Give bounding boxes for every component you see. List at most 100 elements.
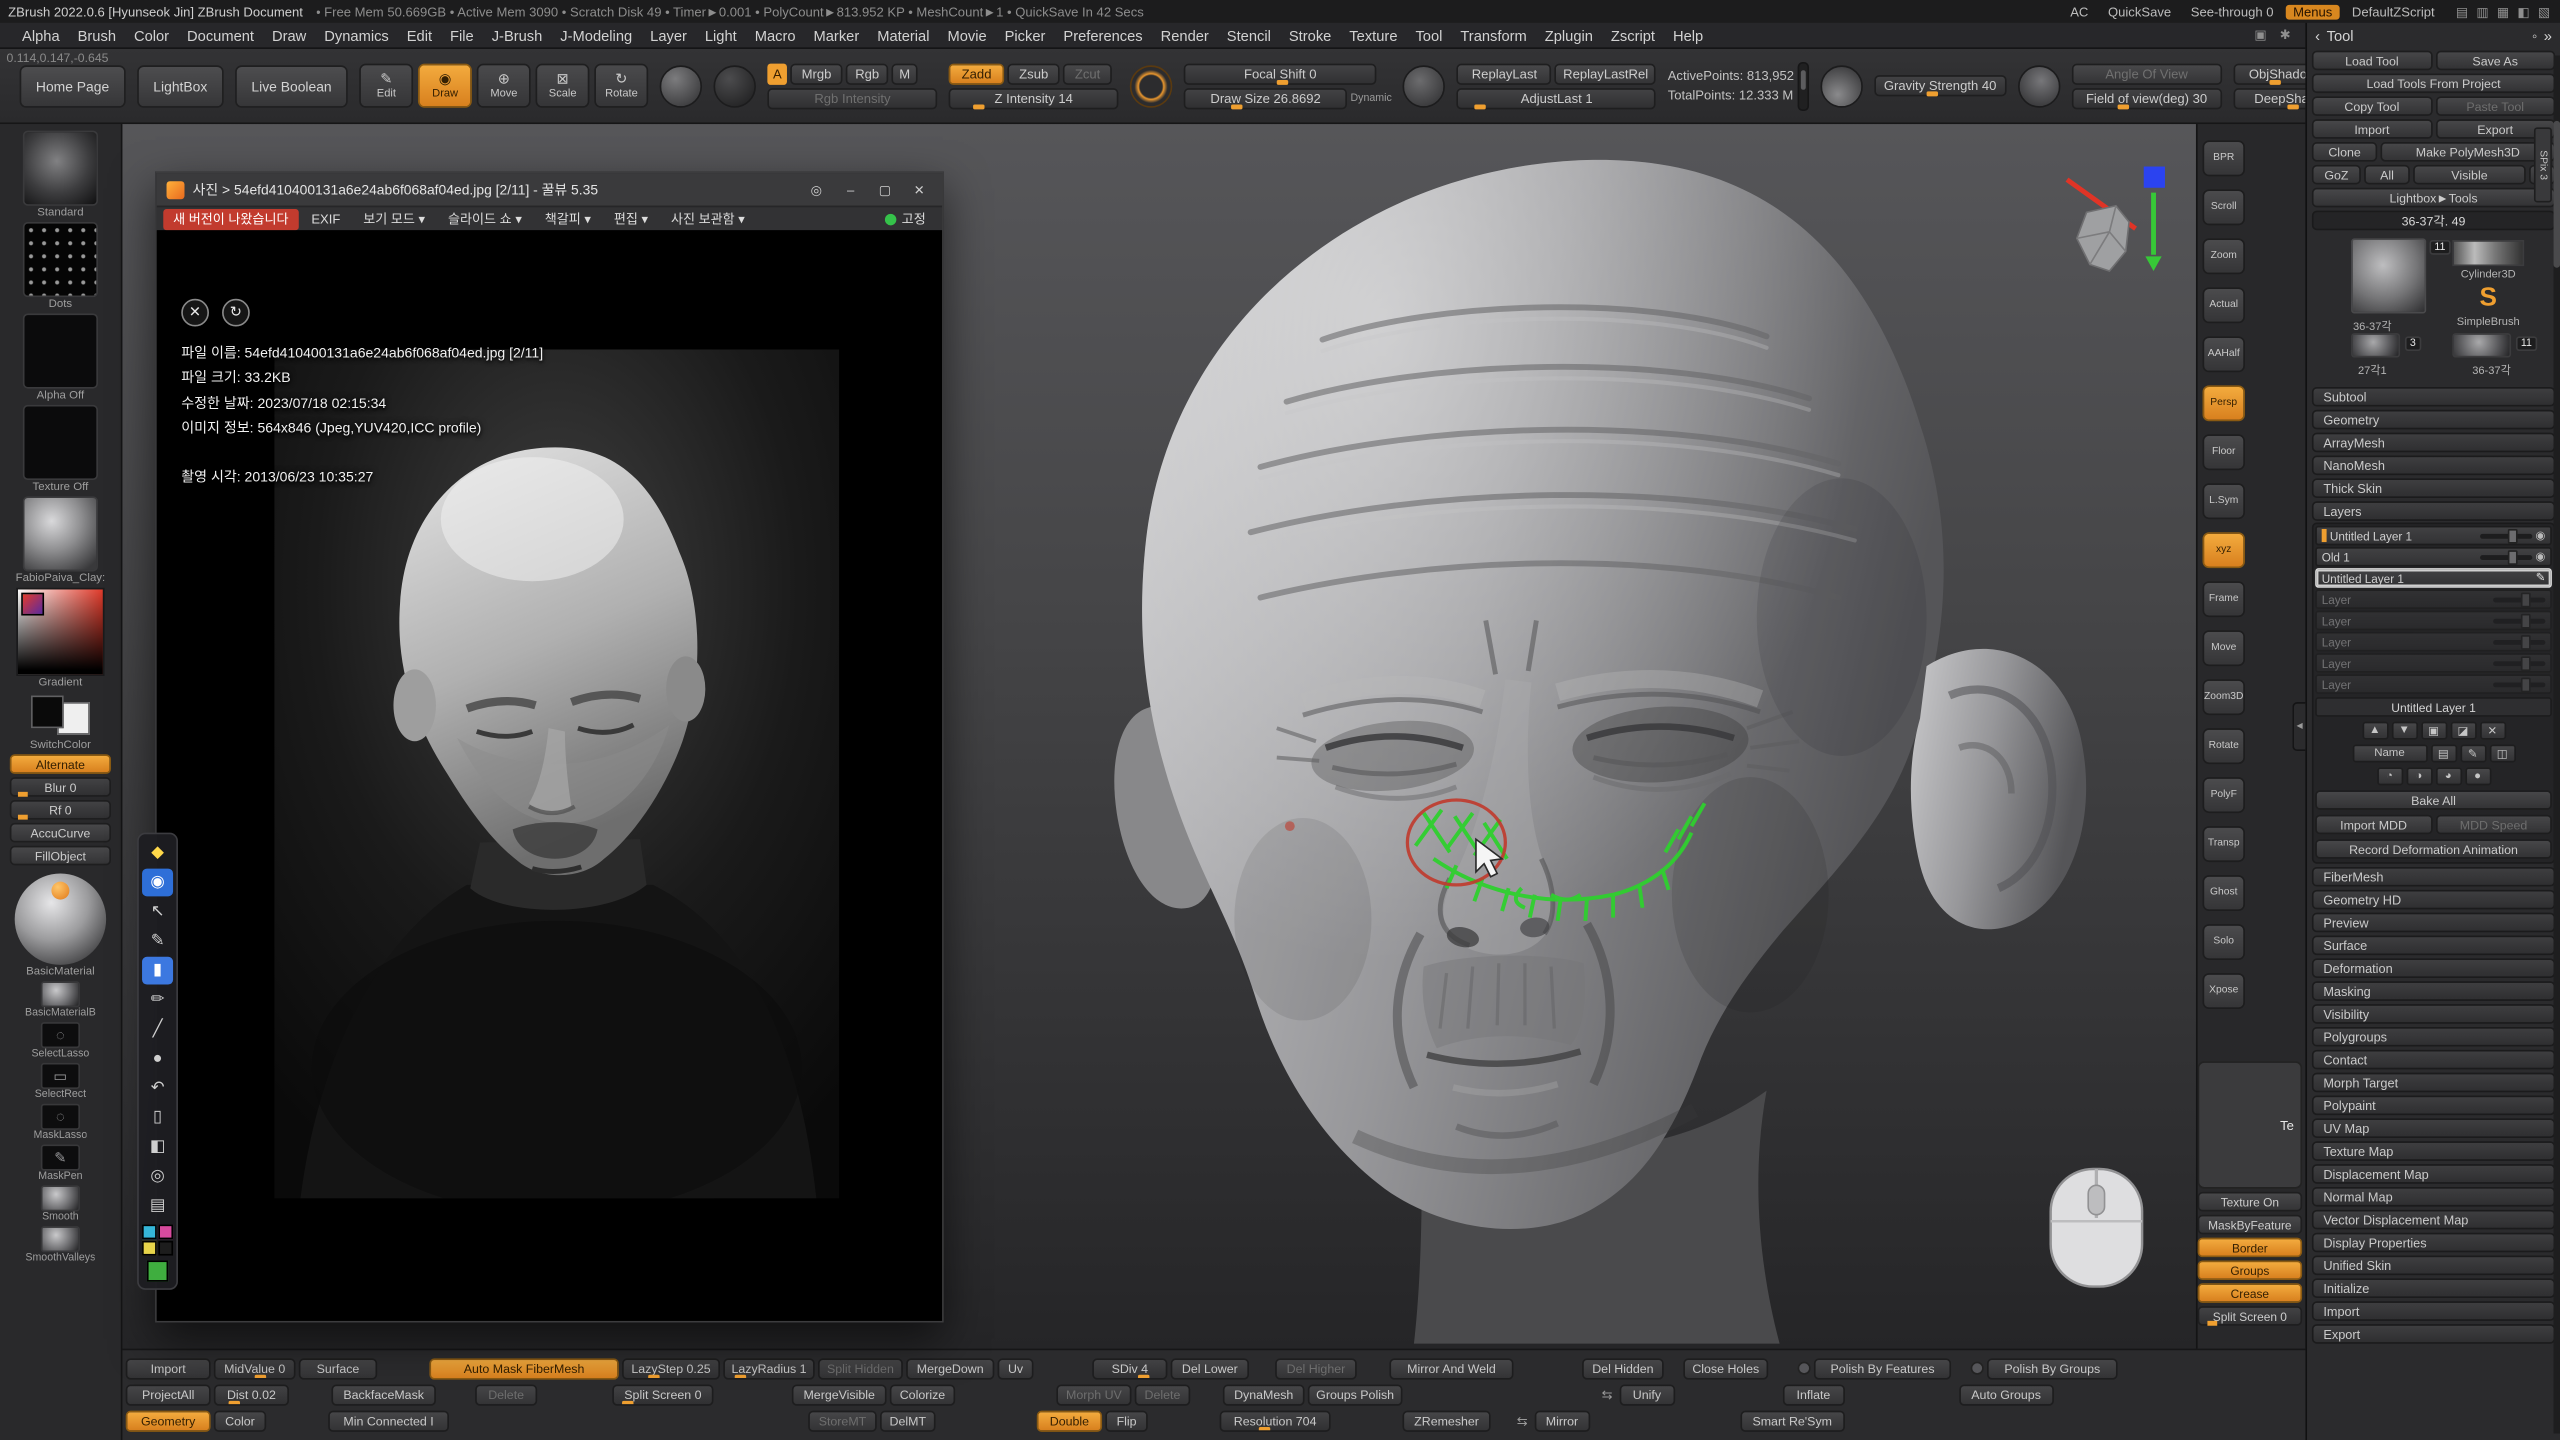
tray-button[interactable]: Split Screen 0	[612, 1384, 713, 1405]
swatch-magenta[interactable]	[158, 1225, 173, 1240]
record-deformation-button[interactable]: Record Deformation Animation	[2315, 839, 2552, 859]
stroke-thumbnail[interactable]: Dots	[23, 222, 98, 310]
tray-button[interactable]: Delete	[1135, 1384, 1191, 1405]
zadd-button[interactable]: Zadd	[949, 63, 1005, 84]
dock-spix-slider[interactable]: SPix 3	[2534, 127, 2552, 202]
material-slot[interactable]: BasicMaterialB	[25, 981, 96, 1019]
polish-features-toggle[interactable]	[1798, 1362, 1811, 1375]
tray-button[interactable]: Polish By Groups	[1987, 1358, 2118, 1379]
menu-item[interactable]: Preferences	[1054, 27, 1151, 43]
main-color-swatch[interactable]	[31, 696, 64, 729]
home-page-button[interactable]: Home Page	[20, 64, 126, 106]
tray-button[interactable]: Auto Groups	[1959, 1384, 2054, 1405]
layer-row[interactable]: Old 1 ◉ ✎	[2315, 547, 2552, 567]
layer-icon-2[interactable]: ◑	[2406, 767, 2432, 785]
eye-icon[interactable]: ◉	[142, 869, 173, 897]
mrgb-button[interactable]: Mrgb	[790, 63, 842, 84]
layer-slider[interactable]	[2493, 660, 2545, 665]
color-mini-swatch[interactable]	[21, 593, 44, 616]
right-shelf-button[interactable]: Solo	[2203, 924, 2245, 960]
tool-button[interactable]: Load Tools From Project	[2312, 73, 2555, 93]
brush-slot-maskpen[interactable]: ✎ MaskPen	[38, 1145, 82, 1183]
tool-section[interactable]: ArrayMesh	[2312, 433, 2555, 453]
unify-swap-icon[interactable]: ⇆	[1598, 1384, 1615, 1405]
layer-slider[interactable]	[2493, 618, 2545, 623]
alpha-thumbnail[interactable]: Alpha Off	[23, 313, 98, 401]
tray-button[interactable]: Mirror And Weld	[1389, 1358, 1513, 1379]
tray-button[interactable]: Min Connected I	[328, 1410, 449, 1431]
right-shelf-button[interactable]: Ghost	[2203, 875, 2245, 911]
right-shelf-button[interactable]: Scroll	[2203, 189, 2245, 225]
right-shelf-button[interactable]: Move	[2203, 630, 2245, 666]
dot-icon[interactable]: ●	[142, 1045, 173, 1073]
tool-button[interactable]: GoZ	[2312, 165, 2361, 185]
polish-groups-toggle[interactable]	[1971, 1362, 1984, 1375]
brush-thumbnail[interactable]: Standard	[23, 131, 98, 219]
slideshow-menu[interactable]: 슬라이드 쇼 ▾	[438, 210, 531, 228]
zsub-button[interactable]: Zsub	[1008, 63, 1060, 84]
right-shelf-button[interactable]: Zoom	[2203, 238, 2245, 274]
material-preview[interactable]: BasicMaterial	[15, 869, 106, 978]
accucurve-button[interactable]: AccuCurve	[10, 823, 111, 843]
layer-row[interactable]: Layer ◉ ✎	[2315, 589, 2552, 609]
menu-item[interactable]: Movie	[938, 27, 995, 43]
tray-button[interactable]: Delete	[475, 1384, 537, 1405]
grid-icon[interactable]: ▦	[2495, 4, 2511, 19]
scale-mode-button[interactable]: ⊠ Scale	[536, 64, 590, 108]
mask-by-feature-button[interactable]: MaskByFeature	[2198, 1215, 2302, 1235]
tray-button[interactable]: MergeVisible	[792, 1384, 887, 1405]
dynamic-label[interactable]: Dynamic	[1350, 92, 1391, 103]
pencil-icon[interactable]: ✏	[142, 986, 173, 1014]
camera-icon[interactable]: ◎	[142, 1162, 173, 1190]
cylinder3d-thumbnail[interactable]	[2452, 240, 2524, 266]
swatch-yellow[interactable]	[142, 1241, 157, 1256]
live-boolean-button[interactable]: Live Boolean	[235, 64, 348, 106]
tool-section[interactable]: NanoMesh	[2312, 456, 2555, 476]
menu-item[interactable]: Edit	[398, 27, 441, 43]
tool-section[interactable]: Initialize	[2312, 1278, 2555, 1298]
points-scrollbar[interactable]	[1797, 61, 1808, 110]
edit-menu[interactable]: 편집 ▾	[604, 210, 658, 228]
tool-section[interactable]: Contact	[2312, 1050, 2555, 1070]
tool-section[interactable]: Polygroups	[2312, 1027, 2555, 1047]
dock-collapse-handle[interactable]: ◀	[2292, 702, 2305, 751]
menu-item[interactable]: Dynamics	[315, 27, 397, 43]
see-through-slider[interactable]: See-through 0	[2184, 4, 2280, 19]
groups-button[interactable]: Groups	[2198, 1260, 2302, 1280]
menu-item[interactable]: Brush	[69, 27, 125, 43]
tray-button[interactable]: Del Hidden	[1582, 1358, 1664, 1379]
layer-new-button[interactable]: ▣	[2420, 722, 2446, 740]
focal-shift-slider[interactable]: Focal Shift 0	[1184, 63, 1377, 84]
tray-button[interactable]: BackfaceMask	[331, 1384, 435, 1405]
tool-button[interactable]: Clone	[2312, 142, 2377, 162]
move-mode-button[interactable]: ⊕ Move	[477, 64, 531, 108]
menu-item[interactable]: Draw	[263, 27, 315, 43]
tray-button[interactable]: Close Holes	[1683, 1358, 1768, 1379]
tray-button[interactable]: Color	[214, 1410, 266, 1431]
display-icon[interactable]: ▥	[2475, 4, 2491, 19]
tool-section[interactable]: Vector Displacement Map	[2312, 1210, 2555, 1230]
tray-button[interactable]: StoreMT	[808, 1410, 877, 1431]
right-shelf-button[interactable]: xyz	[2203, 532, 2245, 568]
tray-button[interactable]: Del Lower	[1171, 1358, 1249, 1379]
right-shelf-button[interactable]: BPR	[2203, 140, 2245, 176]
right-shelf-button[interactable]: PolyF	[2203, 777, 2245, 813]
undo-icon[interactable]: ↶	[142, 1074, 173, 1102]
lightbox-button[interactable]: LightBox	[137, 64, 224, 106]
swatch-black[interactable]	[158, 1241, 173, 1256]
layer-record-button[interactable]: ✎	[2460, 745, 2486, 763]
photo-viewer-window[interactable]: 사진 > 54efd410400131a6e24ab6f068af04ed.jp…	[155, 171, 944, 1322]
view-mode-menu[interactable]: 보기 모드 ▾	[353, 210, 434, 228]
tool-section[interactable]: Displacement Map	[2312, 1164, 2555, 1184]
tool-button[interactable]: All	[2364, 165, 2410, 185]
tray-button[interactable]: MidValue 0	[214, 1358, 296, 1379]
pin-menu[interactable]: 고정	[876, 210, 936, 228]
tray-button[interactable]: LazyRadius 1	[723, 1358, 814, 1379]
clipboard-icon[interactable]: ▤	[142, 1192, 173, 1220]
tool-section[interactable]: Display Properties	[2312, 1233, 2555, 1253]
draw-size-slider[interactable]: Draw Size 26.8692	[1184, 87, 1347, 108]
selected-layer-name[interactable]: Untitled Layer 1	[2315, 697, 2552, 717]
tool-section[interactable]: Polypaint	[2312, 1096, 2555, 1116]
mdd-speed-slider[interactable]: MDD Speed	[2435, 815, 2552, 835]
menu-item[interactable]: J-Modeling	[551, 27, 641, 43]
